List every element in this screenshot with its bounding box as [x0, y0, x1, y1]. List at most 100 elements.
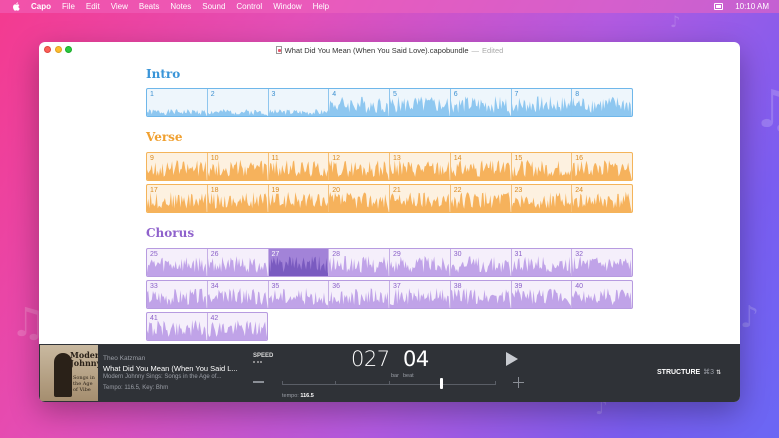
- bar-number: 38: [453, 283, 462, 290]
- bar-15[interactable]: 15: [511, 153, 573, 180]
- menu-app-name[interactable]: Capo: [31, 2, 51, 11]
- bar-number: 12: [332, 155, 341, 162]
- bar-39[interactable]: 39: [511, 281, 573, 308]
- bar-2[interactable]: 2: [207, 89, 269, 116]
- bar-35[interactable]: 35: [268, 281, 330, 308]
- bar-5[interactable]: 5: [390, 89, 451, 116]
- apple-menu-icon[interactable]: [11, 2, 21, 11]
- bar-33[interactable]: 33: [147, 281, 208, 308]
- bar-14[interactable]: 14: [450, 153, 512, 180]
- section-title-verse[interactable]: Verse: [146, 130, 183, 144]
- tempo-slider-knob[interactable]: [440, 378, 443, 389]
- bar-number: 18: [210, 187, 219, 194]
- minimize-window-button[interactable]: [54, 46, 62, 53]
- bar-number: 3: [271, 91, 276, 98]
- menu-window[interactable]: Window: [273, 2, 301, 11]
- battery-icon[interactable]: [714, 3, 724, 10]
- waveform: [511, 96, 572, 116]
- bar-25[interactable]: 25: [147, 249, 208, 276]
- play-icon: [506, 352, 518, 366]
- bar-6[interactable]: 6: [450, 89, 512, 116]
- bar-1[interactable]: 1: [147, 89, 208, 116]
- background-note-decoration: ♪: [670, 12, 681, 31]
- bar-17[interactable]: 17: [147, 185, 208, 212]
- bar-number: 9: [150, 155, 154, 162]
- bar-36[interactable]: 36: [329, 281, 390, 308]
- tempo-key-info: Tempo: 116.5, Key: Bhm: [103, 385, 169, 391]
- bar-number: 37: [393, 283, 401, 290]
- menu-clock[interactable]: 10:10 AM: [735, 2, 769, 11]
- bar-7[interactable]: 7: [511, 89, 573, 116]
- edited-indicator[interactable]: Edited: [482, 46, 503, 55]
- bar-26[interactable]: 26: [207, 249, 269, 276]
- bar-28[interactable]: 28: [329, 249, 390, 276]
- bar-number: 15: [514, 155, 523, 162]
- section-row-verse-2: 17 18 19 20 21 22 23 24: [146, 184, 633, 213]
- menu-notes[interactable]: Notes: [170, 2, 191, 11]
- album-art-subtitle: Songs in the Age of Vibe: [73, 375, 95, 393]
- bar-41[interactable]: 41: [147, 313, 208, 340]
- bar-29[interactable]: 29: [390, 249, 451, 276]
- tempo-decrease-button[interactable]: [253, 381, 264, 383]
- structure-label: STRUCTURE: [657, 368, 701, 376]
- section-title-intro[interactable]: Intro: [146, 67, 180, 81]
- bar-9[interactable]: 9: [147, 153, 208, 180]
- bar-38[interactable]: 38: [450, 281, 512, 308]
- waveform: [390, 96, 450, 116]
- bar-number: 39: [514, 283, 523, 290]
- bar-31[interactable]: 31: [511, 249, 573, 276]
- background-note-decoration: ♪: [740, 300, 760, 335]
- bar-number: 13: [393, 155, 401, 162]
- speed-indicator[interactable]: [253, 361, 264, 363]
- tempo-increase-button[interactable]: [513, 377, 524, 388]
- bar-8[interactable]: 8: [572, 89, 632, 116]
- menu-help[interactable]: Help: [313, 2, 329, 11]
- play-button[interactable]: [505, 352, 519, 366]
- bar-20[interactable]: 20: [329, 185, 390, 212]
- bar-19[interactable]: 19: [268, 185, 330, 212]
- beat-counter: 04: [403, 347, 429, 371]
- background-note-decoration: ♫: [752, 80, 779, 140]
- bar-24[interactable]: 24: [572, 185, 632, 212]
- album-art[interactable]: Modern Johnny Songs in the Age of Vibe: [40, 345, 98, 401]
- bar-3[interactable]: 3: [268, 89, 330, 116]
- menu-beats[interactable]: Beats: [139, 2, 159, 11]
- structure-selector[interactable]: STRUCTURE ⌘3 ⇅: [657, 368, 721, 377]
- bar-13[interactable]: 13: [390, 153, 451, 180]
- zoom-window-button[interactable]: [65, 46, 72, 53]
- bar-11[interactable]: 11: [268, 153, 330, 180]
- bar-number: 27: [271, 251, 280, 258]
- bar-18[interactable]: 18: [207, 185, 269, 212]
- bar-16[interactable]: 16: [572, 153, 632, 180]
- bar-number: 22: [453, 187, 462, 194]
- bar-number: 23: [514, 187, 523, 194]
- bar-number: 11: [271, 155, 279, 162]
- bar-4[interactable]: 4: [329, 89, 390, 116]
- menu-sound[interactable]: Sound: [202, 2, 225, 11]
- menu-control[interactable]: Control: [236, 2, 262, 11]
- bar-12[interactable]: 12: [329, 153, 390, 180]
- bar-27[interactable]: 27: [268, 249, 330, 276]
- bar-10[interactable]: 10: [207, 153, 269, 180]
- speed-label[interactable]: SPEED: [253, 353, 273, 359]
- bar-21[interactable]: 21: [390, 185, 451, 212]
- menu-view[interactable]: View: [111, 2, 128, 11]
- document-icon[interactable]: [275, 46, 282, 54]
- bar-40[interactable]: 40: [572, 281, 632, 308]
- bar-number: 6: [453, 91, 458, 98]
- bar-42[interactable]: 42: [207, 313, 267, 340]
- bar-22[interactable]: 22: [450, 185, 512, 212]
- menu-edit[interactable]: Edit: [86, 2, 100, 11]
- bar-34[interactable]: 34: [207, 281, 269, 308]
- bar-30[interactable]: 30: [450, 249, 512, 276]
- bar-23[interactable]: 23: [511, 185, 573, 212]
- close-window-button[interactable]: [44, 46, 51, 53]
- bar-number: 26: [210, 251, 219, 258]
- menu-file[interactable]: File: [62, 2, 75, 11]
- bar-number: 35: [271, 283, 280, 290]
- section-title-chorus[interactable]: Chorus: [146, 226, 194, 240]
- tempo-value: 116.5: [300, 393, 314, 399]
- title-bar: What Did You Mean (When You Said Love).c…: [39, 42, 740, 58]
- bar-37[interactable]: 37: [390, 281, 451, 308]
- bar-32[interactable]: 32: [572, 249, 632, 276]
